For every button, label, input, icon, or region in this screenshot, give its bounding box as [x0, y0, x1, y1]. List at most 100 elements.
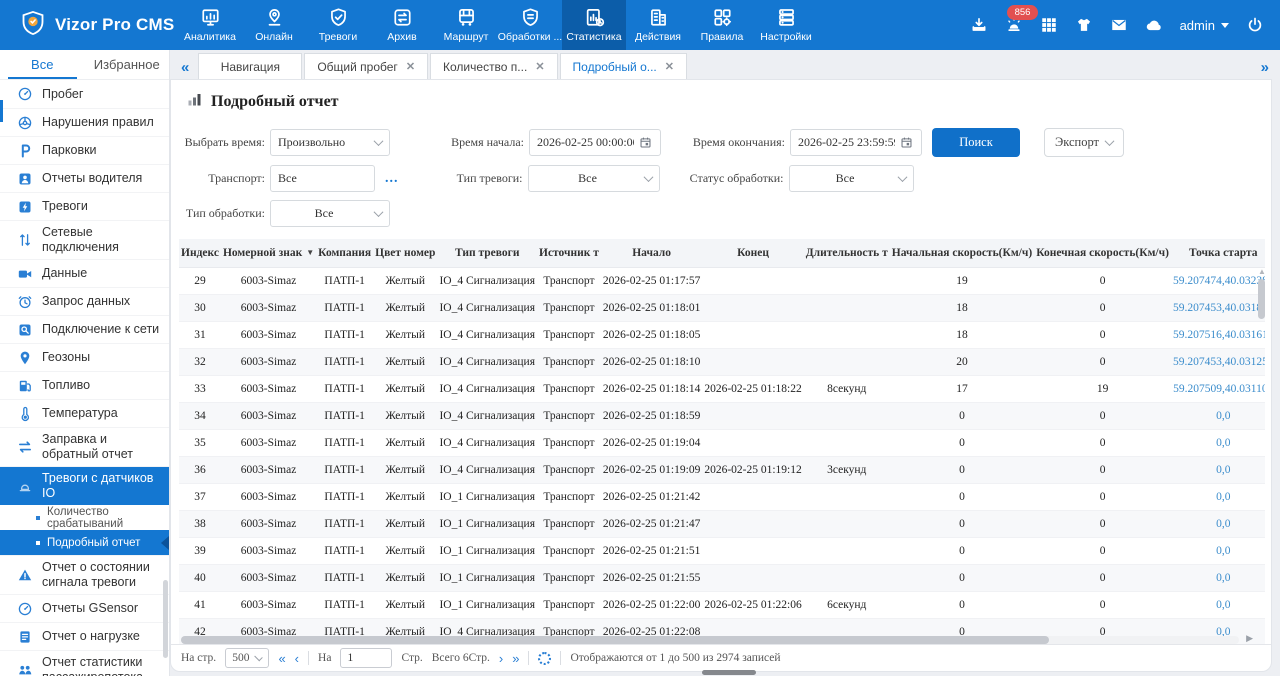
sidebar-item[interactable]: Отчет о состоянии сигнала тревоги — [0, 555, 169, 594]
topnav-actions[interactable]: Действия — [626, 0, 690, 50]
mail-icon[interactable] — [1110, 16, 1128, 34]
column-header[interactable]: Начальная скорость(Км/ч) — [890, 239, 1034, 267]
column-header[interactable]: Компания — [316, 239, 373, 267]
shirt-icon[interactable] — [1075, 16, 1093, 34]
start-point-link[interactable]: 0,0 — [1171, 510, 1265, 537]
transport-input[interactable] — [278, 171, 367, 186]
end-time-input[interactable] — [798, 135, 895, 150]
start-time-field[interactable] — [529, 129, 661, 156]
tabs-collapse-button[interactable]: « — [174, 59, 196, 79]
start-point-link[interactable]: 59.207474,40.032388 — [1171, 267, 1265, 294]
sidebar-item[interactable]: Тревоги с датчиков IO — [0, 466, 169, 505]
start-point-link[interactable]: 0,0 — [1171, 456, 1265, 483]
column-header[interactable]: Конец — [702, 239, 803, 267]
sidebar-item[interactable]: Тревоги — [0, 192, 169, 220]
power-icon[interactable] — [1246, 16, 1264, 34]
start-point-link[interactable]: 0,0 — [1171, 402, 1265, 429]
sidebar-item[interactable]: Пробег — [0, 80, 169, 108]
sidebar-tab-favorites[interactable]: Избранное — [85, 50, 170, 79]
column-header[interactable]: Индекс — [179, 239, 221, 267]
sidebar-subitem[interactable]: Количество срабатываний — [0, 505, 169, 530]
column-header[interactable]: Источник т — [537, 239, 601, 267]
topnav-rules[interactable]: Правила — [690, 0, 754, 50]
topnav-archive[interactable]: Архив — [370, 0, 434, 50]
column-header[interactable]: Длительность т — [804, 239, 890, 267]
calendar-icon[interactable] — [900, 136, 914, 149]
sidebar-item[interactable]: Запрос данных — [0, 287, 169, 315]
per-page-select[interactable]: 500 — [225, 648, 269, 668]
start-point-link[interactable]: 59.207516,40.031613 — [1171, 321, 1265, 348]
status-select[interactable]: Все — [789, 165, 914, 192]
start-point-link[interactable]: 0,0 — [1171, 537, 1265, 564]
transport-field[interactable] — [270, 165, 375, 192]
transport-more-button[interactable]: ... — [385, 171, 399, 187]
start-point-link[interactable]: 0,0 — [1171, 564, 1265, 591]
content-tab[interactable]: Навигация — [198, 53, 302, 79]
search-button[interactable]: Поиск — [932, 128, 1020, 157]
scroll-right-arrow[interactable]: ▶ — [1246, 633, 1253, 644]
last-page-button[interactable]: » — [512, 651, 519, 666]
content-tab[interactable]: Подробный о...✕ — [560, 53, 687, 79]
start-time-input[interactable] — [537, 135, 634, 150]
content-tab[interactable]: Количество п...✕ — [430, 53, 558, 79]
calendar-icon[interactable] — [639, 136, 653, 149]
alarm-type-select[interactable]: Все — [528, 165, 660, 192]
topnav-online[interactable]: Онлайн — [242, 0, 306, 50]
topnav-settings[interactable]: Настройки — [754, 0, 818, 50]
tabs-expand-button[interactable]: » — [1254, 59, 1276, 79]
sidebar-item[interactable]: Отчет статистики пассажиропотока — [0, 650, 169, 676]
processing-type-select[interactable]: Все — [270, 200, 390, 227]
sidebar-item[interactable]: Геозоны — [0, 343, 169, 371]
end-time-field[interactable] — [790, 129, 922, 156]
start-point-link[interactable]: 59.207453,40.031258 — [1171, 348, 1265, 375]
sidebar-item[interactable]: Данные — [0, 259, 169, 287]
user-menu[interactable]: admin — [1180, 18, 1229, 33]
cloud-icon[interactable] — [1145, 16, 1163, 34]
topnav-alarms[interactable]: Тревоги — [306, 0, 370, 50]
sidebar-item[interactable]: Температура — [0, 399, 169, 427]
start-point-link[interactable]: 0,0 — [1171, 429, 1265, 456]
sidebar-item[interactable]: Парковки — [0, 136, 169, 164]
column-header[interactable]: Точка старта — [1171, 239, 1265, 267]
sidebar-subitem[interactable]: Подробный отчет — [0, 530, 169, 555]
start-point-link[interactable]: 59.207453,40.031833 — [1171, 294, 1265, 321]
sidebar-item[interactable]: Нарушения правил — [0, 108, 169, 136]
next-page-button[interactable]: › — [499, 651, 503, 666]
download-icon[interactable] — [970, 16, 988, 34]
table-horizontal-scrollbar[interactable] — [181, 636, 1239, 644]
topnav-route[interactable]: Маршрут — [434, 0, 498, 50]
sidebar-scrollbar[interactable] — [163, 580, 168, 658]
start-point-link[interactable]: 0,0 — [1171, 591, 1265, 618]
sidebar-item[interactable]: Подключение к сети — [0, 315, 169, 343]
sidebar-item[interactable]: Заправка и обратный отчет — [0, 427, 169, 466]
close-icon[interactable]: ✕ — [406, 60, 415, 73]
prev-page-button[interactable]: ‹ — [295, 651, 299, 666]
first-page-button[interactable]: « — [278, 651, 285, 666]
scroll-up-arrow[interactable]: ▲ — [1258, 269, 1265, 275]
column-header[interactable]: Тип тревоги — [437, 239, 537, 267]
close-icon[interactable]: ✕ — [535, 60, 544, 73]
content-tab[interactable]: Общий пробег✕ — [304, 53, 428, 79]
alerts-siren-icon[interactable]: 856 — [1005, 16, 1023, 34]
apps-grid-icon[interactable] — [1040, 16, 1058, 34]
sidebar-item[interactable]: Отчеты GSensor — [0, 594, 169, 622]
close-icon[interactable]: ✕ — [665, 60, 674, 73]
topnav-statistics[interactable]: Статистика — [562, 0, 626, 50]
time-range-select[interactable]: Произвольно — [270, 129, 390, 156]
sidebar-tab-all[interactable]: Все — [0, 50, 85, 79]
topnav-processing[interactable]: Обработки ... — [498, 0, 562, 50]
sidebar-item[interactable]: Отчеты водителя — [0, 164, 169, 192]
sidebar-item[interactable]: Сетевые подключения — [0, 220, 169, 259]
column-header[interactable]: Конечная скорость(Км/ч) — [1034, 239, 1171, 267]
sidebar-item[interactable]: Отчет о нагрузке — [0, 622, 169, 650]
column-header[interactable]: Цвет номер — [373, 239, 437, 267]
topnav-analytics[interactable]: Аналитика — [178, 0, 242, 50]
column-header[interactable]: Номерной знак▼ — [221, 239, 316, 267]
column-header[interactable]: Начало — [601, 239, 702, 267]
start-point-link[interactable]: 59.207509,40.031102 — [1171, 375, 1265, 402]
table-vertical-scrollbar[interactable]: ▲ — [1258, 269, 1265, 389]
sidebar-item[interactable]: Топливо — [0, 371, 169, 399]
start-point-link[interactable]: 0,0 — [1171, 483, 1265, 510]
refresh-spinner-icon[interactable] — [538, 652, 551, 665]
page-number-input[interactable] — [340, 648, 392, 668]
